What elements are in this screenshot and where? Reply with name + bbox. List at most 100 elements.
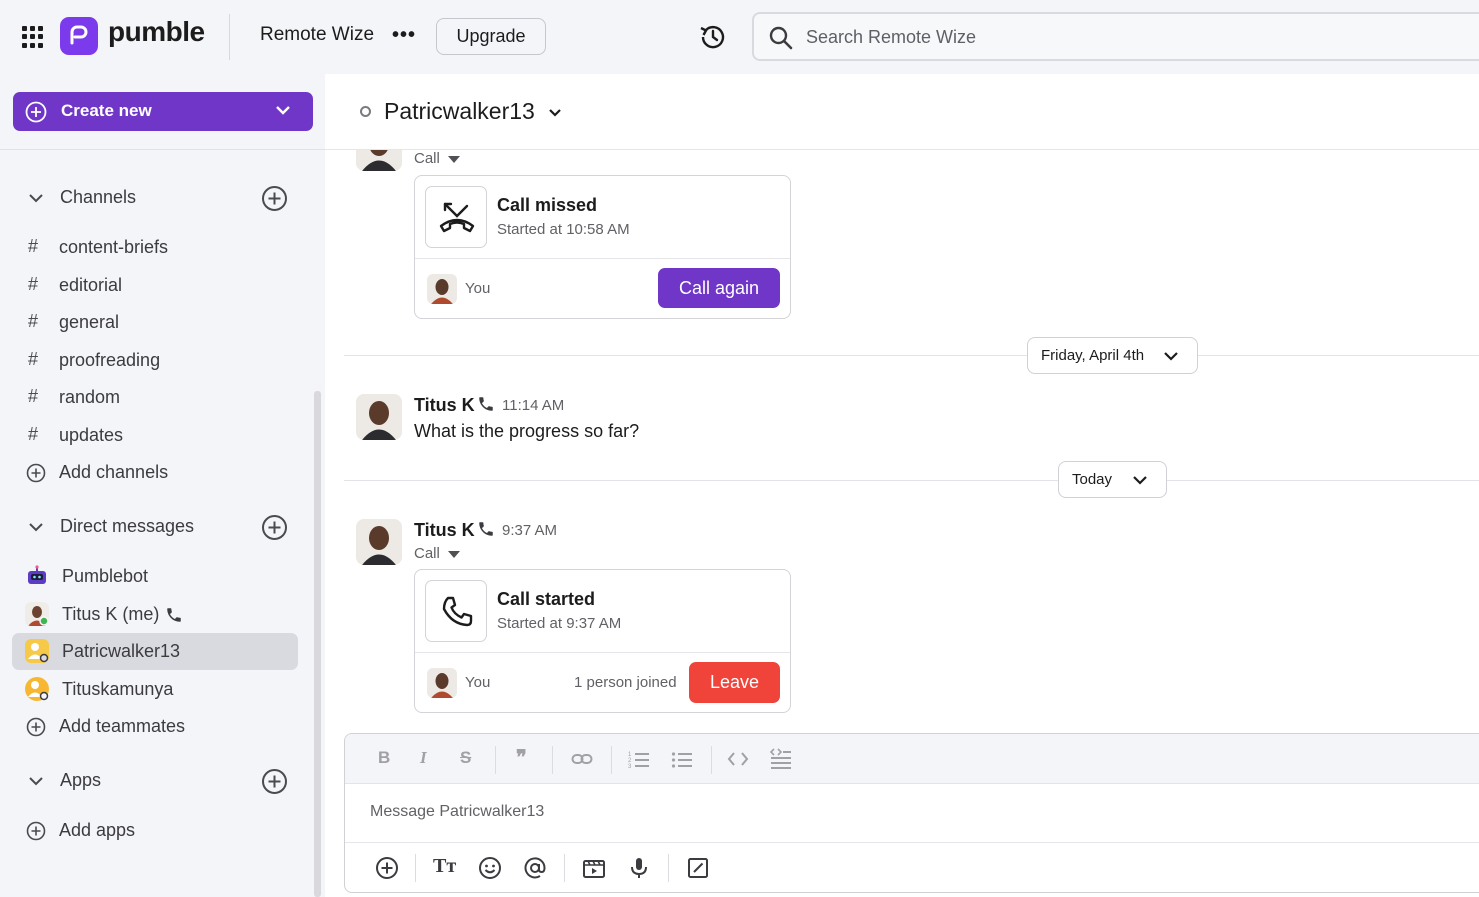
- emoji-icon[interactable]: [478, 856, 502, 880]
- channel-item[interactable]: # proofreading: [12, 342, 298, 379]
- call-title: Call missed: [497, 195, 598, 215]
- sender-name[interactable]: Titus K: [414, 520, 475, 541]
- hash-icon: #: [28, 386, 39, 406]
- add-dm-icon[interactable]: [261, 514, 288, 541]
- dm-item-tituskamunya[interactable]: Tituskamunya: [12, 671, 298, 708]
- chevron-down-icon: [29, 777, 43, 786]
- chevron-down-icon[interactable]: [547, 107, 563, 119]
- divider: [668, 854, 669, 882]
- dm-label: Direct messages: [60, 516, 195, 536]
- italic-icon[interactable]: I: [420, 748, 427, 768]
- text-format-icon[interactable]: Tт: [433, 855, 456, 878]
- phone-icon: [479, 397, 493, 411]
- search-input[interactable]: Search Remote Wize: [752, 12, 1479, 61]
- dm-item-patricwalker13[interactable]: Patricwalker13: [12, 633, 298, 670]
- dm-label: Titus K (me): [62, 604, 160, 624]
- message-subtitle: Call: [414, 545, 460, 562]
- search-icon: [769, 26, 793, 50]
- caret-down-icon[interactable]: [447, 155, 460, 163]
- phone-icon: [479, 522, 493, 536]
- caret-down-icon[interactable]: [447, 550, 460, 558]
- divider: [711, 746, 712, 774]
- sender-name[interactable]: Titus K: [414, 395, 475, 416]
- call-again-button[interactable]: Call again: [658, 268, 780, 308]
- avatar: [25, 677, 49, 701]
- channel-item[interactable]: # updates: [12, 417, 298, 454]
- create-new-button[interactable]: Create new: [13, 92, 313, 131]
- call-title: Call started: [497, 589, 596, 609]
- message-input[interactable]: Message Patricwalker13: [370, 803, 544, 821]
- avatar[interactable]: [356, 519, 402, 565]
- code-block-icon[interactable]: [770, 747, 792, 769]
- add-channels-item[interactable]: Add channels: [12, 454, 298, 491]
- add-apps-item[interactable]: Add apps: [12, 812, 298, 849]
- date-label: Today: [1072, 471, 1113, 488]
- day-divider: [344, 355, 1479, 356]
- edit-square-icon[interactable]: [686, 856, 710, 880]
- code-icon[interactable]: [727, 750, 749, 768]
- message-composer: B I S ❞ 123 Message Patricwalker13 Tт: [344, 733, 1479, 893]
- bold-icon[interactable]: B: [378, 748, 390, 768]
- phone-icon: [167, 608, 181, 622]
- channels-label: Channels: [60, 187, 137, 207]
- call-missed-card: Call missed Started at 10:58 AM You Call…: [414, 175, 791, 319]
- ordered-list-icon[interactable]: 123: [628, 749, 650, 769]
- sidebar: Create new Channels # content-briefs # edi…: [0, 74, 325, 897]
- add-channels-label: Add channels: [59, 462, 169, 482]
- dm-label: Pumblebot: [62, 566, 149, 586]
- call-started-card: Call started Started at 9:37 AM You 1 pe…: [414, 569, 791, 713]
- add-teammates-item[interactable]: Add teammates: [12, 708, 298, 745]
- hash-icon: #: [28, 311, 39, 331]
- top-bar: pumble Remote Wize ••• Upgrade Search Re…: [0, 0, 1479, 74]
- workspace-more-icon[interactable]: •••: [392, 24, 416, 47]
- date-jump-button[interactable]: Today: [1058, 461, 1167, 498]
- plus-circle-icon[interactable]: [375, 856, 399, 880]
- avatar: [25, 639, 49, 663]
- participant-label: You: [465, 674, 491, 691]
- date-jump-button[interactable]: Friday, April 4th: [1027, 337, 1198, 374]
- divider: [415, 652, 790, 653]
- mention-icon[interactable]: [523, 856, 547, 880]
- avatar[interactable]: [356, 394, 402, 440]
- conversation-title[interactable]: Patricwalker13: [384, 98, 535, 125]
- plus-circle-icon: [25, 101, 47, 123]
- history-icon[interactable]: [697, 21, 729, 58]
- divider: [552, 746, 553, 774]
- dm-label: Tituskamunya: [62, 679, 174, 699]
- avatar: [427, 274, 457, 304]
- hash-icon: #: [28, 236, 39, 256]
- status-icon: [360, 106, 371, 117]
- leave-call-button[interactable]: Leave: [689, 662, 780, 703]
- hash-icon: #: [28, 274, 39, 294]
- link-icon[interactable]: [571, 750, 593, 768]
- apps-grid-icon[interactable]: [22, 26, 44, 48]
- dm-item-titus-k[interactable]: Titus K (me): [12, 596, 298, 633]
- channel-item[interactable]: # random: [12, 379, 298, 416]
- dm-item-pumblebot[interactable]: Pumblebot: [12, 558, 298, 595]
- avatar: [356, 150, 402, 171]
- video-clip-icon[interactable]: [582, 856, 606, 880]
- upgrade-button[interactable]: Upgrade: [436, 18, 546, 55]
- plus-circle-icon: [26, 717, 46, 737]
- channel-label: proofreading: [59, 350, 161, 370]
- add-app-icon[interactable]: [261, 768, 288, 795]
- add-channel-icon[interactable]: [261, 185, 288, 212]
- microphone-icon[interactable]: [627, 856, 651, 880]
- avatar: [427, 668, 457, 698]
- participant-label: You: [465, 280, 491, 297]
- channel-item[interactable]: # editorial: [12, 267, 298, 304]
- channel-label: general: [59, 312, 120, 332]
- quote-icon[interactable]: ❞: [516, 745, 527, 770]
- chevron-down-icon: [29, 194, 43, 203]
- workspace-name[interactable]: Remote Wize: [260, 24, 374, 46]
- channel-item[interactable]: # general: [12, 304, 298, 341]
- chevron-down-icon: [1133, 476, 1147, 485]
- channel-label: content-briefs: [59, 237, 169, 257]
- strikethrough-icon[interactable]: S: [460, 748, 471, 768]
- scrollbar[interactable]: [314, 391, 321, 897]
- avatar: [25, 602, 49, 626]
- channel-item[interactable]: # content-briefs: [12, 229, 298, 266]
- app-name: pumble: [108, 16, 205, 47]
- chevron-down-icon: [1164, 352, 1178, 361]
- bullet-list-icon[interactable]: [671, 749, 693, 769]
